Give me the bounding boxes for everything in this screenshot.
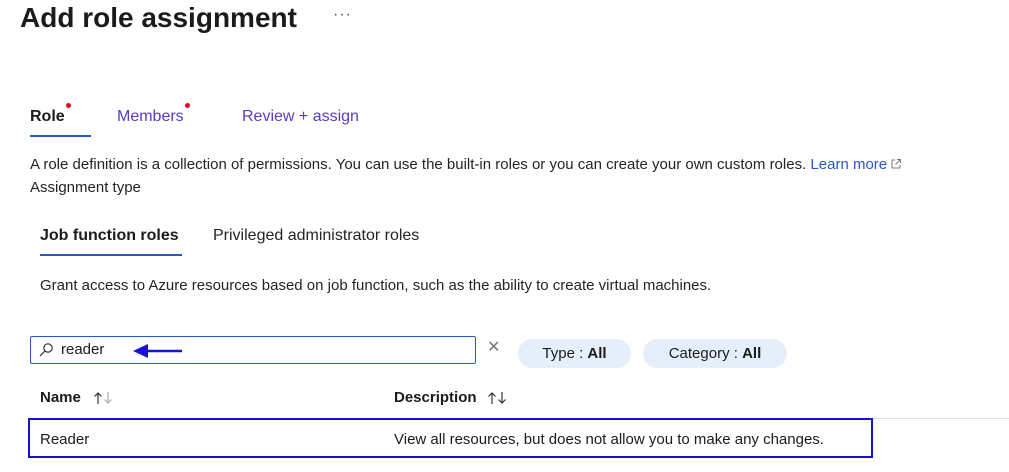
required-dot-icon	[65, 103, 71, 108]
learn-more-link[interactable]: Learn more	[810, 156, 902, 173]
active-subtab-indicator	[40, 254, 182, 256]
learn-more-label: Learn more	[810, 156, 888, 173]
column-header-description[interactable]: Description	[394, 388, 477, 408]
search-icon	[38, 342, 54, 363]
type-filter-pill[interactable]: Type : All	[518, 339, 631, 368]
tab-members[interactable]: Members	[117, 103, 190, 128]
role-definition-description: A role definition is a collection of per…	[30, 155, 902, 176]
add-role-assignment-page: Add role assignment ··· Role Members Rev…	[0, 0, 1009, 472]
active-tab-indicator	[30, 135, 91, 137]
sort-name-icon[interactable]	[93, 390, 115, 411]
page-title: Add role assignment	[20, 2, 297, 33]
clear-search-icon[interactable]: ✕	[487, 339, 500, 357]
category-filter-value: All	[742, 345, 762, 362]
type-filter-value: All	[587, 345, 607, 362]
column-header-name[interactable]: Name	[40, 388, 81, 408]
tab-privileged-administrator-roles[interactable]: Privileged administrator roles	[213, 225, 419, 247]
annotation-arrow-icon	[133, 343, 183, 364]
required-dot-icon	[184, 103, 190, 108]
job-function-description: Grant access to Azure resources based on…	[40, 277, 712, 294]
description-text: A role definition is a collection of per…	[30, 156, 807, 173]
category-filter-label: Category :	[668, 345, 738, 362]
external-link-icon	[890, 156, 902, 176]
role-description-cell: View all resources, but does not allow y…	[394, 431, 824, 448]
type-filter-label: Type :	[542, 345, 584, 362]
more-options-icon[interactable]: ···	[333, 6, 352, 24]
tab-review-assign[interactable]: Review + assign	[242, 106, 359, 128]
sort-description-icon[interactable]	[487, 390, 509, 411]
tab-role-label: Role	[30, 108, 65, 125]
search-input[interactable]: reader	[30, 336, 476, 364]
tab-members-label: Members	[117, 108, 184, 125]
search-value: reader	[61, 341, 105, 358]
tab-role[interactable]: Role	[30, 103, 71, 128]
tab-job-function-roles[interactable]: Job function roles	[40, 225, 179, 247]
role-name-cell[interactable]: Reader	[40, 430, 89, 450]
category-filter-pill[interactable]: Category : All	[643, 339, 787, 368]
assignment-type-label: Assignment type	[30, 179, 141, 196]
tab-review-assign-label: Review + assign	[242, 108, 359, 125]
